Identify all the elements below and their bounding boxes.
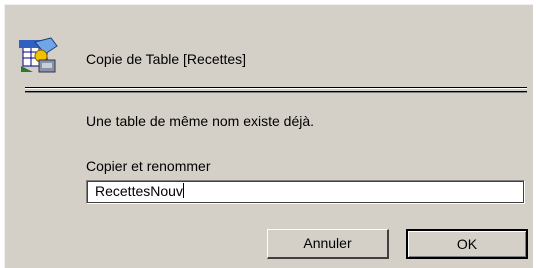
rename-field-label: Copier et renommer [86,158,211,174]
new-table-name-input[interactable]: RecettesNouv [86,180,525,204]
text-caret [182,183,184,198]
dialog-title: Copie de Table [Recettes] [86,51,247,67]
dialog-header: Copie de Table [Recettes] [5,5,533,83]
table-copy-icon [17,36,61,74]
ok-button[interactable]: OK [406,229,528,259]
warning-message: Une table de même nom existe déjà. [86,113,315,129]
cancel-button[interactable]: Annuler [267,229,389,259]
header-separator-shadow [25,91,527,93]
new-table-name-value: RecettesNouv [95,183,183,199]
header-separator [25,87,527,89]
copy-table-dialog: Copie de Table [Recettes] Une table de m… [4,4,533,268]
